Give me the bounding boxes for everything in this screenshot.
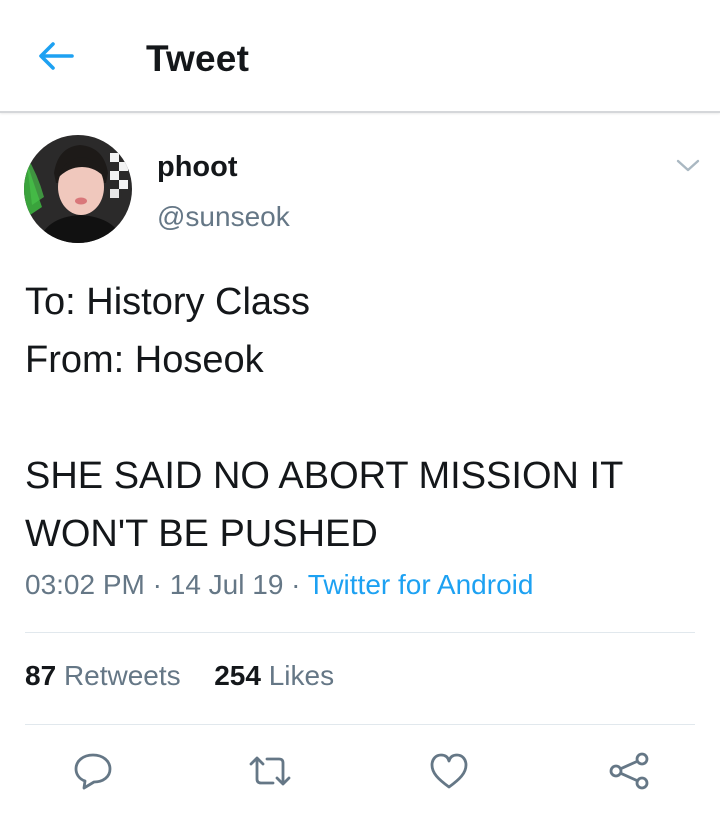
user-handle[interactable]: @sunseok [157, 201, 290, 233]
tweet-menu-button[interactable] [668, 151, 708, 181]
avatar[interactable] [24, 135, 132, 243]
tweet-text-line [25, 389, 705, 447]
tweet-text: To: History Class From: Hoseok SHE SAID … [25, 273, 705, 563]
avatar-image [24, 135, 132, 243]
meta-separator: · [291, 569, 301, 600]
tweet-text-line: SHE SAID NO ABORT MISSION IT [25, 455, 624, 497]
retweet-button[interactable] [246, 748, 294, 794]
likes-count: 254 [214, 660, 261, 691]
tweet-text-line: To: History Class [25, 281, 311, 323]
divider [25, 724, 695, 725]
reply-button[interactable] [69, 748, 117, 794]
tweet-stats: 87 Retweets 254 Likes [25, 660, 334, 692]
tweet-text-line: WON'T BE PUSHED [25, 513, 378, 555]
retweet-icon [249, 756, 291, 786]
tweet-header: phoot @sunseok [0, 113, 720, 253]
page-title: Tweet [146, 38, 250, 79]
display-name[interactable]: phoot [157, 151, 238, 184]
retweets-label: Retweets [63, 660, 181, 691]
reply-icon [74, 753, 112, 790]
tweet-date: 14 Jul 19 [169, 569, 284, 600]
tweet-meta: 03:02 PM · 14 Jul 19 · Twitter for Andro… [25, 569, 533, 601]
retweets-stat[interactable]: 87 Retweets [25, 660, 188, 691]
tweet-source-link[interactable]: Twitter for Android [308, 569, 534, 600]
tweet-text-line: From: Hoseok [25, 339, 264, 381]
divider [25, 632, 695, 633]
back-button[interactable] [30, 32, 82, 80]
tweet-time: 03:02 PM [25, 569, 145, 600]
chevron-down-icon [676, 159, 700, 172]
likes-label: Likes [268, 660, 335, 691]
heart-icon [430, 753, 468, 789]
retweets-count: 87 [25, 660, 57, 691]
share-button[interactable] [605, 748, 653, 794]
meta-separator: · [152, 569, 162, 600]
arrow-left-icon [39, 42, 74, 70]
app-bar: Tweet [0, 0, 720, 113]
share-icon [609, 752, 649, 790]
like-button[interactable] [425, 748, 473, 794]
likes-stat[interactable]: 254 Likes [214, 660, 334, 691]
